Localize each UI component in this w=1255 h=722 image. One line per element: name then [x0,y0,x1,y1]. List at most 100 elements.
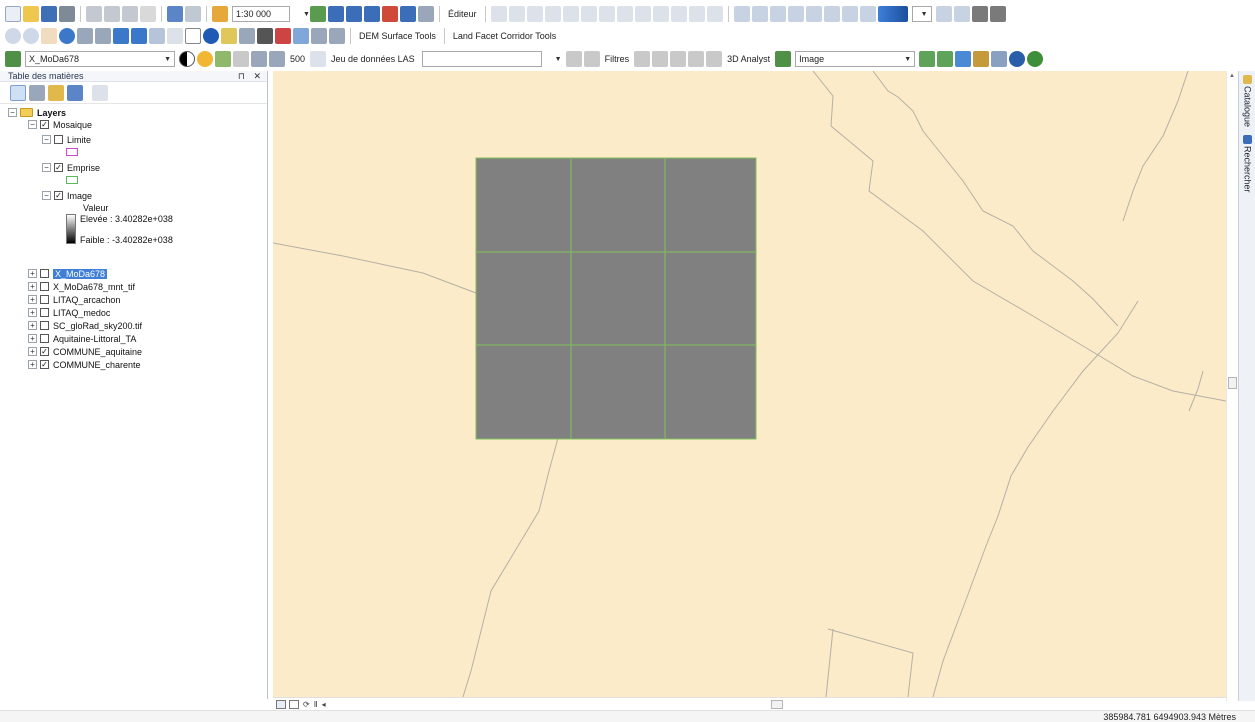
interpolate-line-icon[interactable] [688,51,705,67]
list-by-drawing-order-icon[interactable] [10,84,26,101]
las-dropdown[interactable]: ▼ [547,51,562,67]
expand-toggle[interactable]: + [28,295,37,304]
layers-root[interactable]: − Layers [8,107,66,118]
collapse-toggle[interactable]: − [42,163,51,172]
grid-icon[interactable] [823,6,840,22]
mosaic-layer[interactable]: − ✓ Mosaique [28,119,92,130]
pause-drawing-icon[interactable]: Ⅱ [314,700,318,709]
arrow-stepper-icon[interactable] [310,51,327,67]
expand-toggle[interactable]: + [28,347,37,356]
find-route-icon[interactable] [275,28,291,44]
spatial-adjust-icon[interactable] [787,6,804,22]
catalog-tab[interactable]: Catalogue [1240,75,1255,127]
interpolate-polygon-icon[interactable] [973,51,990,67]
list-by-source-icon[interactable] [29,84,45,101]
expand-toggle[interactable]: + [28,334,37,343]
copy-icon[interactable] [104,6,120,22]
georeference-icon[interactable] [805,6,822,22]
histogram-icon[interactable] [251,51,267,67]
back-extent-icon[interactable] [113,28,129,44]
cut-polygons-icon[interactable] [616,6,633,22]
time-slider-icon[interactable] [311,28,327,44]
full-extent-icon[interactable] [59,28,75,44]
contrast-icon[interactable] [179,51,195,67]
cut-icon[interactable] [86,6,102,22]
analyst-layer-select[interactable]: Image ▼ [795,51,916,67]
layer-item[interactable]: + LITAQ_medoc [28,307,110,318]
scroll-up-icon[interactable]: ▲ [1229,73,1235,79]
model-builder-icon[interactable] [418,6,434,22]
search-tab[interactable]: Rechercher [1240,135,1255,193]
las-points-icon[interactable] [565,51,582,67]
data-view-button[interactable] [289,699,299,709]
open-folder-icon[interactable] [23,6,39,22]
paste-icon[interactable] [122,6,138,22]
find-icon[interactable] [257,28,273,44]
scale-dropdown[interactable]: ▼ [296,6,310,22]
list-by-selection-icon[interactable] [67,84,83,101]
layer-checkbox[interactable] [40,269,49,278]
boundary-symbol[interactable] [66,148,78,156]
zoom-in-icon[interactable] [5,28,21,44]
zoom-out-icon[interactable] [23,28,39,44]
pan-hand-icon[interactable] [41,28,57,44]
arcglobe-icon[interactable] [1027,51,1044,67]
profile-view-icon[interactable] [634,51,651,67]
pin-icon[interactable]: ⊓ [238,71,245,81]
close-icon[interactable]: ✕ [253,71,261,81]
binoculars-icon[interactable] [971,6,988,22]
html-popup-icon[interactable] [221,28,237,44]
layer-checkbox[interactable] [40,308,49,317]
dem-surface-tools-menu[interactable]: DEM Surface Tools [355,31,440,41]
clear-selection-icon[interactable] [167,28,183,44]
layer-item[interactable]: + X_MoDa678_mnt_tif [28,281,135,292]
layer-checkbox[interactable] [40,334,49,343]
delete-icon[interactable] [140,6,156,22]
fixed-zoom-out-icon[interactable] [95,28,111,44]
layout-view-button[interactable] [276,699,286,709]
network-icon[interactable] [751,6,768,22]
report-icon[interactable] [935,6,952,22]
attributes-icon[interactable] [670,6,687,22]
collapse-toggle[interactable]: − [42,191,51,200]
table-icon[interactable] [841,6,858,22]
arctoolbox-icon[interactable] [382,6,398,22]
map-scale-combo[interactable]: 1:30 000 [232,6,290,22]
layer-checkbox[interactable] [40,282,49,291]
python-window-icon[interactable] [400,6,416,22]
layer-checkbox[interactable] [40,321,49,330]
land-facet-tools-menu[interactable]: Land Facet Corridor Tools [449,31,560,41]
vertical-scroll-thumb[interactable] [1228,377,1237,389]
save-icon[interactable] [41,6,57,22]
layer-item[interactable]: + LITAQ_arcachon [28,294,120,305]
graph-icon[interactable] [953,6,970,22]
hyperlink-icon[interactable] [989,6,1006,22]
expand-toggle[interactable]: + [28,282,37,291]
create-viewer-icon[interactable] [329,28,345,44]
redo-icon[interactable] [185,6,201,22]
table-of-contents-icon[interactable] [328,6,344,22]
edit-vertices-icon[interactable] [580,6,597,22]
map-canvas[interactable] [273,71,1226,697]
layout-icon[interactable] [859,6,876,22]
sketch-properties-icon[interactable] [688,6,705,22]
layer-checkbox[interactable]: ✓ [40,360,49,369]
catalog-window-icon[interactable] [346,6,362,22]
expand-toggle[interactable]: + [28,360,37,369]
new-document-icon[interactable] [5,6,21,22]
layer-select[interactable]: X_MoDa678 ▼ [25,51,175,67]
layer-checkbox[interactable]: ✓ [40,120,49,129]
measure-icon[interactable] [239,28,255,44]
forward-extent-icon[interactable] [131,28,147,44]
swipe-icon[interactable] [215,51,231,67]
toc-options-icon[interactable] [92,84,108,101]
contour-icon[interactable] [919,51,936,67]
las-surface-icon[interactable] [583,51,600,67]
layer-checkbox[interactable]: ✓ [40,347,49,356]
3d-analyst-menu[interactable]: 3D Analyst [723,54,774,64]
raster-image-extent[interactable] [475,157,757,440]
steepest-path-icon[interactable] [937,51,954,67]
cell-size-icon[interactable] [269,51,285,67]
topology-icon[interactable] [733,6,750,22]
edit-annotation-icon[interactable] [508,6,525,22]
